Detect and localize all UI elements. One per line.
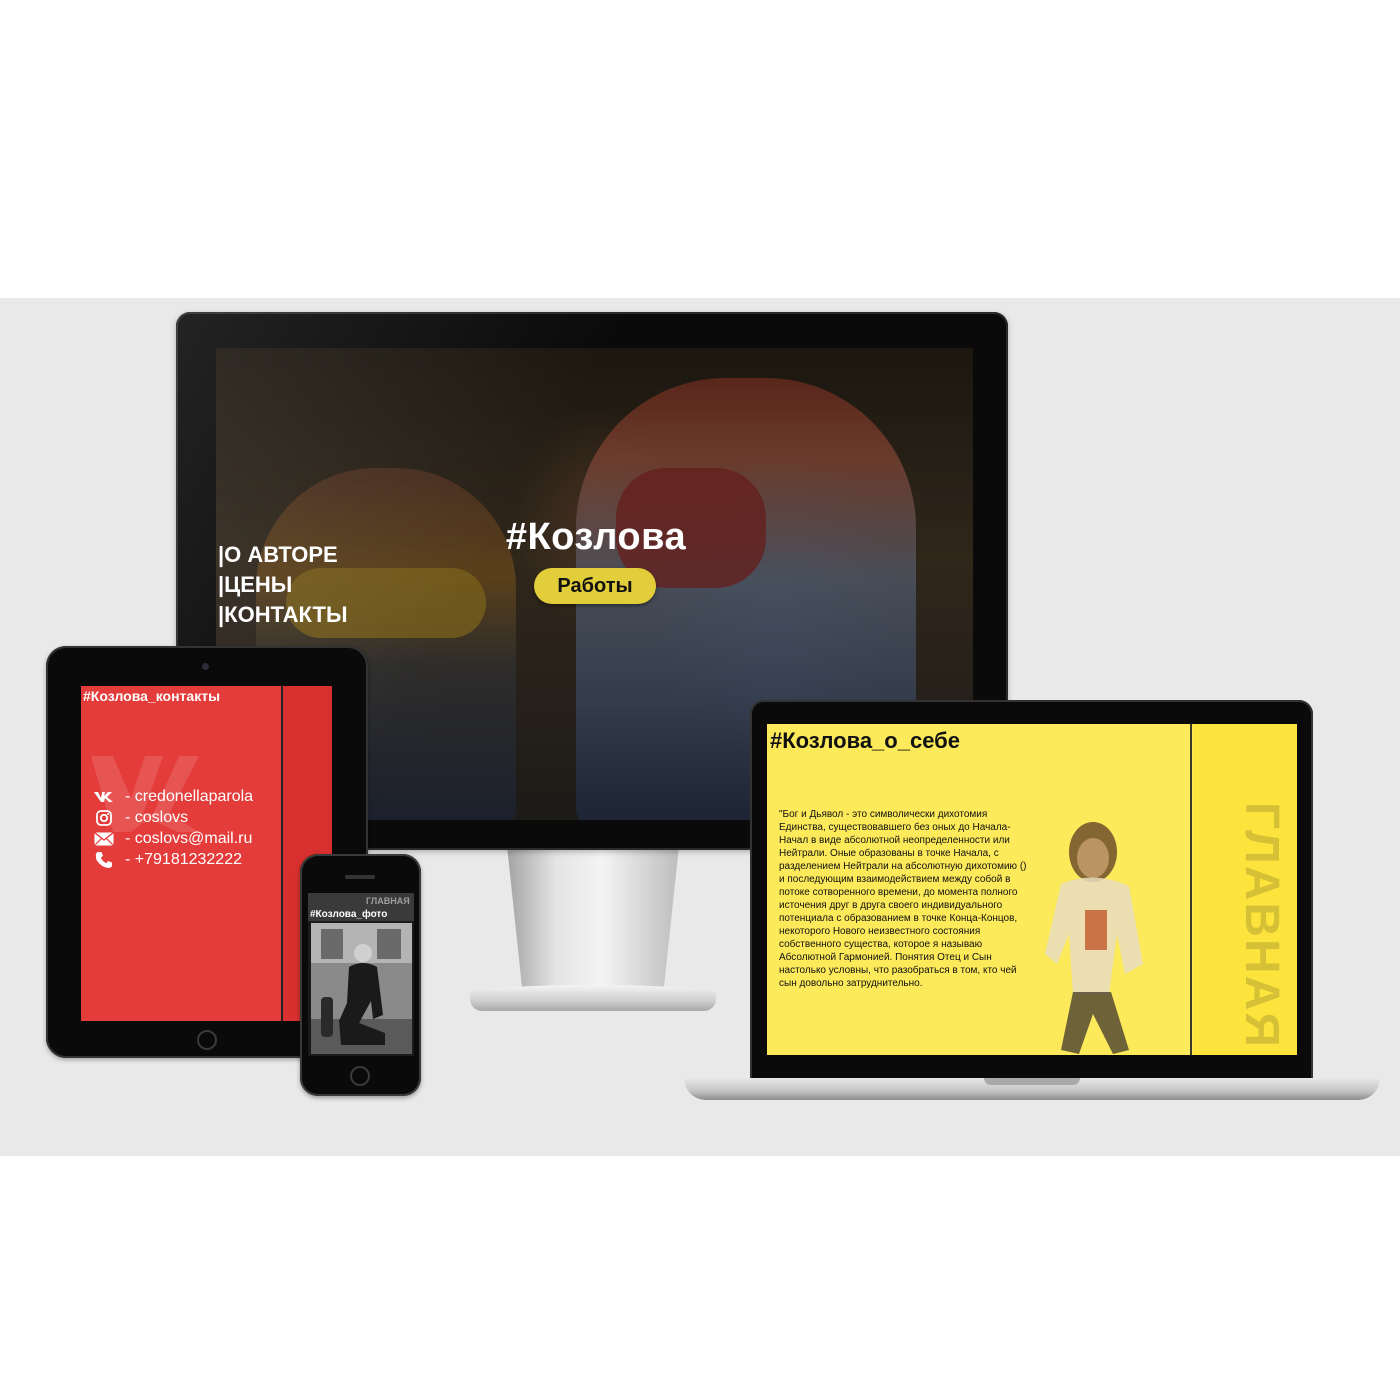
about-divider: [1190, 724, 1192, 1055]
vk-icon: [93, 788, 115, 806]
tablet-camera: [202, 663, 209, 670]
laptop-notch: [984, 1078, 1080, 1085]
photo-page-title: #Козлова_фото: [310, 909, 388, 920]
phone-home-button[interactable]: [350, 1066, 370, 1086]
about-text: "Бог и Дьявол - это символически дихотом…: [779, 809, 1027, 989]
monitor-stand: [507, 850, 679, 990]
contact-mail[interactable]: - coslovs@mail.ru: [93, 828, 253, 849]
phone-icon: [93, 851, 115, 869]
contact-vk[interactable]: - credonellaparola: [93, 786, 253, 807]
contact-instagram-text: - coslovs: [125, 808, 189, 826]
phone-speaker: [345, 875, 375, 879]
hero-title: #Козлова: [505, 516, 687, 558]
contact-mail-text: - coslovs@mail.ru: [125, 829, 253, 847]
contact-list: - credonellaparola - coslovs - coslovs@m…: [93, 786, 253, 870]
photo-image: [311, 923, 412, 1054]
phone-screen: ГЛАВНАЯ #Козлова_фото: [308, 893, 414, 1056]
works-button[interactable]: Работы: [534, 568, 656, 604]
nav-item-prices[interactable]: |ЦЕНЫ: [218, 570, 347, 600]
tablet-home-button[interactable]: [197, 1030, 217, 1050]
main-nav: |О АВТОРЕ |ЦЕНЫ |КОНТАКТЫ: [218, 540, 347, 630]
home-link[interactable]: ГЛАВНАЯ: [1235, 802, 1288, 1049]
mockup-stage: #Козлова Работы |О АВТОРЕ |ЦЕНЫ |КОНТАКТ…: [0, 0, 1400, 1400]
monitor-base: [470, 985, 716, 1011]
contact-instagram[interactable]: - coslovs: [93, 807, 253, 828]
nav-item-contacts[interactable]: |КОНТАКТЫ: [218, 600, 347, 630]
tablet-screen: #Козлова_контакты - credonellaparola - c…: [81, 686, 332, 1021]
about-portrait: [1045, 822, 1143, 1054]
contact-phone-text: - +79181232222: [125, 850, 242, 868]
laptop-screen: #Козлова_о_себе "Бог и Дьявол - это симв…: [767, 724, 1297, 1055]
about-page-title: #Козлова_о_себе: [770, 728, 960, 753]
contact-vk-text: - credonellaparola: [125, 787, 254, 805]
contacts-page-title: #Козлова_контакты: [83, 688, 221, 704]
instagram-icon: [93, 809, 115, 827]
mail-icon: [93, 830, 115, 848]
phone-home-link[interactable]: ГЛАВНАЯ: [366, 896, 410, 906]
contact-phone[interactable]: - +79181232222: [93, 849, 253, 870]
nav-item-about[interactable]: |О АВТОРЕ: [218, 540, 347, 570]
